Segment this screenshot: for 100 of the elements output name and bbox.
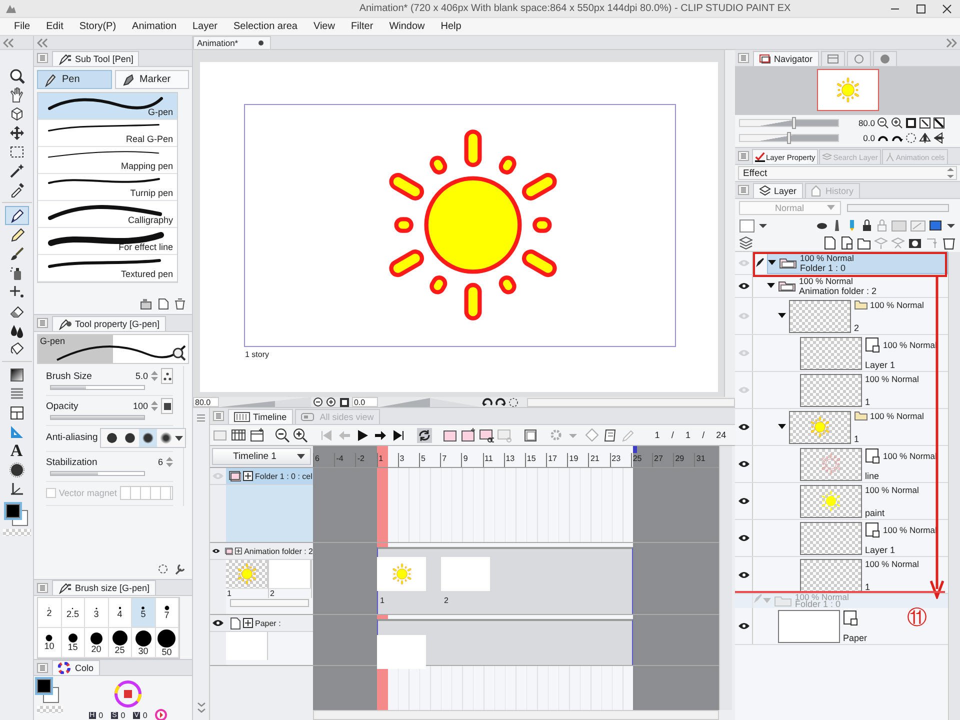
sub-tool-item[interactable]: Calligraphy: [38, 201, 177, 228]
sub-tool-item[interactable]: For effect line: [38, 228, 177, 255]
track-name: Folder 1 : 0 : cel: [255, 472, 312, 480]
tab-label[interactable]: Sub Tool [Pen]: [75, 54, 134, 64]
menu-item[interactable]: Edit: [38, 21, 72, 32]
menu-item[interactable]: File: [6, 21, 38, 32]
layer-name: paint: [865, 508, 886, 518]
text-tool-button[interactable]: A: [4, 441, 28, 460]
frame-number: 23: [610, 453, 631, 467]
brush-size-option[interactable]: 2.5: [62, 598, 85, 628]
track-name: Animation folder : 2: [244, 546, 313, 556]
sub-tool-item[interactable]: Turnip pen: [38, 174, 177, 201]
menu-item[interactable]: Help: [432, 21, 470, 32]
layer-name: Layer 1: [865, 545, 896, 555]
frame-number: 21: [588, 453, 610, 467]
story-label: 1 story: [245, 350, 270, 359]
cel-number: 1: [379, 596, 386, 605]
layer-mode: 100 % Normal: [870, 300, 924, 310]
panel-tab[interactable]: Colo: [52, 660, 100, 675]
brush-size-option[interactable]: 2: [38, 598, 62, 628]
brush-size-option[interactable]: 50: [156, 628, 179, 658]
layer-mode: 100 % Normal: [870, 411, 924, 421]
frame-number: 31: [694, 453, 716, 467]
document-tab[interactable]: Animation*: [193, 36, 272, 49]
menu-item[interactable]: View: [305, 21, 343, 32]
layer-row[interactable]: 100 % Normal paint: [735, 483, 948, 520]
frame-number: 9: [461, 453, 482, 467]
panel-tab[interactable]: Layer: [753, 183, 803, 198]
menu-item[interactable]: Animation: [124, 21, 184, 32]
angle-value[interactable]: 0.0: [352, 397, 378, 407]
checkbox-label: Vector magnet: [58, 488, 117, 498]
frame-number: -4: [334, 453, 356, 467]
brush-size-option[interactable]: 7: [156, 598, 179, 628]
brush-size-option[interactable]: 3: [85, 598, 108, 628]
property-label: Stabilization: [46, 456, 98, 468]
menu-item[interactable]: Selection area: [226, 21, 306, 32]
menu-item[interactable]: Layer: [184, 21, 226, 32]
frame-number: 11: [482, 453, 504, 467]
tab-label[interactable]: Brush size [G-pen]: [75, 583, 150, 593]
panel-tab[interactable]: Navigator: [753, 51, 819, 66]
track-header[interactable]: Folder 1 : 0 : cel: [210, 468, 313, 485]
cel-block[interactable]: 2: [441, 557, 490, 605]
sub-tool-item[interactable]: G-pen: [38, 93, 177, 120]
menu-item[interactable]: Filter: [342, 21, 382, 32]
property-label: Opacity: [46, 400, 80, 412]
tab-label[interactable]: Colo: [75, 663, 94, 673]
cel-block[interactable]: 1: [377, 557, 426, 605]
tab-label[interactable]: Tool property [G-pen]: [75, 319, 160, 329]
sub-tool-group-button[interactable]: Marker: [114, 70, 189, 89]
separator: /: [671, 430, 674, 440]
menu-item[interactable]: Window: [381, 21, 433, 32]
brush-size-option[interactable]: 10: [38, 628, 62, 658]
value-field[interactable]: 80.0: [853, 118, 875, 128]
value-field[interactable]: 100: [132, 401, 148, 411]
property-label: Brush Size: [46, 370, 93, 382]
sub-tool-item[interactable]: Real G-Pen: [38, 120, 177, 147]
frame-number: 29: [673, 453, 694, 467]
timeline-dropdown[interactable]: Timeline 1: [212, 448, 311, 465]
sub-tool-group-button[interactable]: Pen: [37, 70, 112, 89]
layer-mode: 100 % Normal: [800, 253, 854, 263]
brush-size-option[interactable]: 30: [132, 628, 156, 658]
effect-header[interactable]: Effect: [738, 166, 957, 180]
layer-mode: 100 % Normal: [865, 559, 919, 569]
layer-mode: 100 % Normal: [865, 374, 919, 384]
sub-tool-item[interactable]: Textured pen: [38, 255, 177, 282]
frame-count: 1: [685, 430, 690, 440]
brush-size-option[interactable]: 5: [132, 598, 156, 628]
value-field[interactable]: 0.0: [853, 132, 875, 142]
sub-tool-item[interactable]: Mapping pen: [38, 147, 177, 174]
frame-number: 6: [313, 453, 334, 467]
frame-number: 27: [652, 453, 674, 467]
layer-row[interactable]: 100 % Normal Animation folder : 2: [735, 275, 948, 298]
layer-name: Layer 1: [865, 360, 896, 370]
cel-number: 2: [269, 588, 311, 598]
layer-name: Paper: [843, 633, 868, 643]
brush-size-option[interactable]: 20: [85, 628, 108, 658]
frame-number: 7: [440, 453, 462, 467]
frame-number: 3: [398, 453, 419, 467]
property-label: Anti-aliasing: [46, 432, 98, 443]
frame-number: 19: [567, 453, 588, 467]
menu-item[interactable]: Story(P): [71, 21, 124, 32]
brush-size-option[interactable]: 25: [108, 628, 132, 658]
channel-value: 0: [120, 710, 126, 720]
layer-mode: 100 % Normal: [795, 594, 849, 601]
layer-row[interactable]: 100 % Normal 1: [735, 409, 948, 446]
frame-number: 13: [504, 453, 525, 467]
track-name: Paper :: [255, 618, 281, 628]
panel-tab[interactable]: Timeline: [228, 409, 293, 424]
layer-row[interactable]: 100 % Normal 2: [735, 298, 948, 335]
layer-name: 1: [854, 434, 860, 444]
panel-tab[interactable]: Sub Tool [Pen]: [52, 51, 140, 66]
layer-name: 1: [865, 397, 872, 407]
value-field[interactable]: 6: [158, 457, 163, 467]
layer-row[interactable]: 100 % Normal 1: [735, 372, 948, 409]
value-field[interactable]: 5.0: [135, 371, 148, 381]
panel-tab[interactable]: Tool property [G-pen]: [52, 316, 166, 331]
layer-name: Animation folder : 2: [799, 286, 877, 296]
brush-size-option[interactable]: 15: [62, 628, 85, 658]
zoom-value[interactable]: 80.0: [193, 397, 219, 407]
panel-tab[interactable]: Brush size [G-pen]: [52, 580, 156, 595]
